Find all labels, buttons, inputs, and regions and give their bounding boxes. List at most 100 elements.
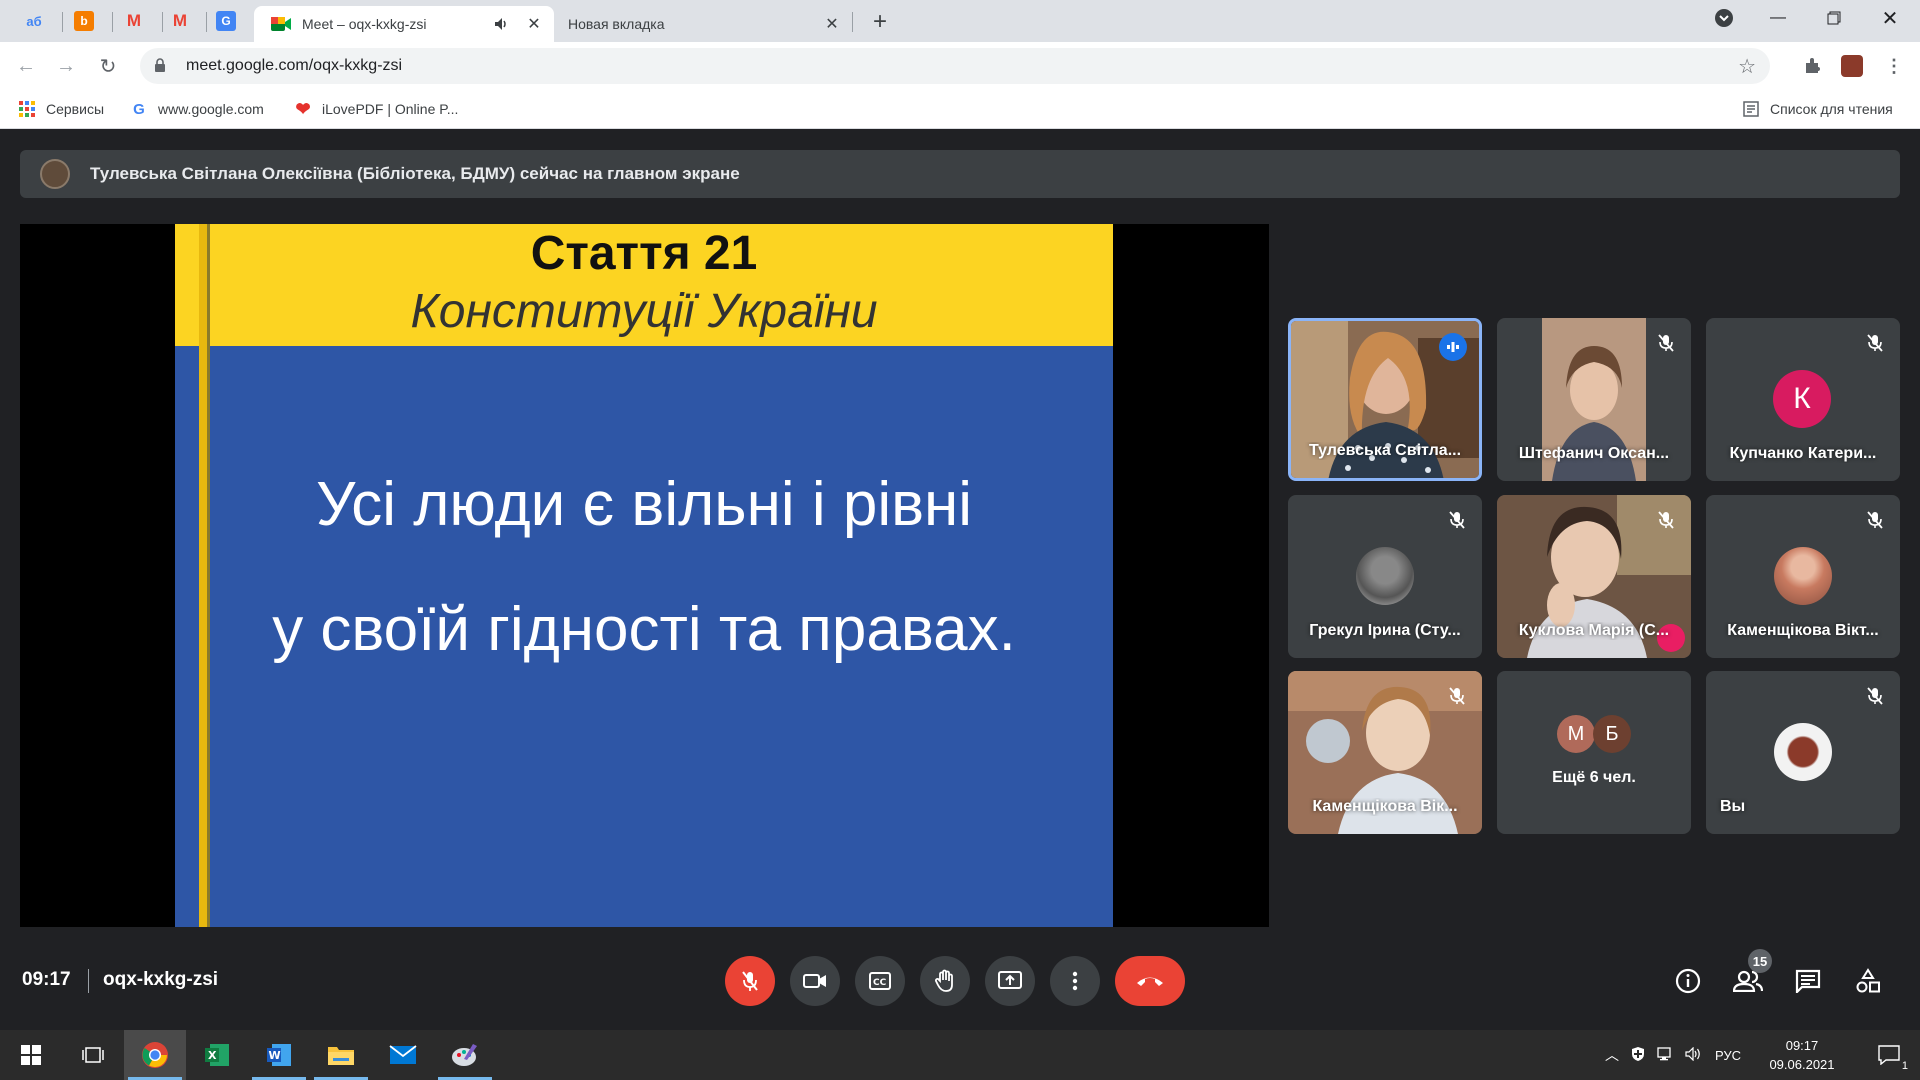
tab-search-button[interactable] bbox=[1696, 0, 1752, 36]
bookmark-apps[interactable]: Сервисы bbox=[18, 97, 104, 121]
participant-avatar: М bbox=[1557, 715, 1595, 753]
close-tab-icon[interactable]: ✕ bbox=[524, 14, 544, 34]
minimize-icon: — bbox=[1770, 9, 1786, 26]
new-tab-button[interactable]: + bbox=[866, 8, 894, 36]
lock-icon bbox=[154, 57, 174, 75]
chevron-up-icon[interactable]: ︿ bbox=[1600, 1045, 1624, 1065]
reload-button[interactable]: ↻ bbox=[92, 50, 124, 82]
notifications-icon bbox=[1878, 1045, 1900, 1065]
slide-body-line-2: у своїй гідності та правах. bbox=[272, 595, 1016, 664]
svg-text:CC: CC bbox=[873, 978, 887, 988]
google-translate-icon: G bbox=[216, 11, 236, 31]
activities-button[interactable] bbox=[1848, 961, 1888, 1001]
bookmark-google[interactable]: G www.google.com bbox=[130, 97, 264, 121]
profile-avatar[interactable] bbox=[1838, 52, 1866, 80]
slide-subtitle: Конституції України bbox=[410, 285, 878, 338]
extensions-icon[interactable] bbox=[1798, 52, 1826, 80]
apps-grid-icon bbox=[18, 100, 36, 118]
presentation-slide: Стаття 21 Конституції України Усі люди є… bbox=[175, 224, 1113, 927]
taskbar-mail[interactable] bbox=[372, 1030, 434, 1080]
camera-toggle-button[interactable] bbox=[790, 956, 840, 1006]
tab-separator bbox=[112, 12, 113, 32]
taskbar-clock[interactable]: 09:17 09.06.2021 bbox=[1757, 1036, 1847, 1074]
tab-title: Meet – oqx-kxkg-zsi bbox=[302, 16, 427, 32]
meeting-code: oqx-kxkg-zsi bbox=[103, 969, 219, 990]
participant-tile[interactable]: Тулевська Світла... bbox=[1288, 318, 1482, 481]
participant-tile[interactable]: Штефанич Оксан... bbox=[1497, 318, 1691, 481]
browser-tab-strip: aб b M M G Meet – oqx-kxkg-zsi ✕ Новая в… bbox=[0, 0, 1920, 42]
participant-avatar: Б bbox=[1593, 715, 1631, 753]
chrome-menu-icon[interactable]: ⋮ bbox=[1880, 52, 1908, 80]
defender-icon[interactable] bbox=[1624, 1046, 1652, 1065]
taskbar-explorer[interactable] bbox=[310, 1030, 372, 1080]
system-tray: ︿ РУС bbox=[1600, 1030, 1748, 1080]
camera-icon bbox=[803, 974, 826, 988]
participant-tile[interactable]: Грекул Ірина (Сту... bbox=[1288, 495, 1482, 658]
participant-tile[interactable]: Каменщікова Вік... bbox=[1288, 671, 1482, 834]
participant-grid: Тулевська Світла... Штефанич Оксан... К … bbox=[1288, 318, 1900, 834]
start-button[interactable] bbox=[0, 1030, 62, 1080]
captions-icon: CC bbox=[869, 972, 891, 990]
taskbar-word[interactable]: W bbox=[248, 1030, 310, 1080]
task-view-button[interactable] bbox=[62, 1030, 124, 1080]
participant-name: Каменщікова Вік... bbox=[1312, 798, 1458, 815]
captions-button[interactable]: CC bbox=[855, 956, 905, 1006]
speaking-indicator-icon bbox=[1439, 333, 1467, 361]
chat-button[interactable] bbox=[1788, 961, 1828, 1001]
self-tile[interactable]: Вы bbox=[1706, 671, 1900, 834]
more-participants-label: Ещё 6 чел. bbox=[1552, 769, 1636, 786]
more-options-button[interactable] bbox=[1050, 956, 1100, 1006]
minimize-button[interactable]: — bbox=[1750, 0, 1806, 36]
chrome-icon bbox=[142, 1042, 168, 1068]
language-indicator[interactable]: РУС bbox=[1708, 1048, 1748, 1063]
back-button[interactable]: ← bbox=[10, 50, 42, 82]
participant-tile[interactable]: К Купчанко Катери... bbox=[1706, 318, 1900, 481]
pinned-tab-blogger[interactable]: b bbox=[64, 6, 104, 36]
address-bar[interactable]: meet.google.com/oqx-kxkg-zsi ☆ bbox=[140, 48, 1770, 84]
pinned-tab-gmail[interactable]: M bbox=[114, 6, 154, 36]
pinned-tab-translate[interactable]: aб bbox=[14, 6, 54, 36]
reading-list-button[interactable]: Список для чтения bbox=[1742, 97, 1893, 121]
bookmark-star-icon[interactable]: ☆ bbox=[1738, 54, 1756, 79]
tab-separator bbox=[62, 12, 63, 32]
heart-icon: ❤ bbox=[295, 98, 311, 119]
participant-tile[interactable]: Каменщікова Вікт... bbox=[1706, 495, 1900, 658]
close-tab-icon[interactable]: ✕ bbox=[822, 14, 842, 34]
pinned-tab-translate-2[interactable]: G bbox=[206, 6, 246, 36]
participant-count-badge: 15 bbox=[1748, 949, 1772, 973]
arrow-right-icon: → bbox=[56, 54, 76, 77]
call-end-icon bbox=[1137, 977, 1163, 986]
taskbar-chrome[interactable] bbox=[124, 1030, 186, 1080]
action-center-button[interactable]: 1 bbox=[1858, 1030, 1920, 1080]
present-icon bbox=[998, 971, 1022, 989]
raise-hand-button[interactable] bbox=[920, 956, 970, 1006]
restore-button[interactable] bbox=[1806, 0, 1862, 36]
taskbar-paint[interactable] bbox=[434, 1030, 496, 1080]
taskbar-date: 09.06.2021 bbox=[1769, 1057, 1835, 1072]
meeting-details-button[interactable] bbox=[1668, 961, 1708, 1001]
bookmarks-bar: Сервисы G www.google.com ❤ iLovePDF | On… bbox=[0, 89, 1920, 129]
self-name: Вы bbox=[1720, 798, 1746, 815]
bookmark-ilovepdf[interactable]: ❤ iLovePDF | Online P... bbox=[294, 97, 458, 121]
reading-list-icon bbox=[1742, 100, 1760, 118]
tab-new[interactable]: Новая вкладка ✕ bbox=[556, 6, 852, 42]
participants-button[interactable]: 15 bbox=[1728, 949, 1772, 1001]
present-screen-button[interactable] bbox=[985, 956, 1035, 1006]
mic-toggle-button[interactable] bbox=[725, 956, 775, 1006]
more-participants-tile[interactable]: М Б Ещё 6 чел. bbox=[1497, 671, 1691, 834]
close-window-button[interactable]: ✕ bbox=[1862, 0, 1918, 36]
activities-icon bbox=[1856, 968, 1880, 993]
meet-page: Тулевська Світлана Олексіївна (Бібліотек… bbox=[0, 129, 1920, 1030]
forward-button[interactable]: → bbox=[50, 50, 82, 82]
mic-off-icon bbox=[1864, 509, 1886, 531]
volume-icon[interactable] bbox=[1680, 1046, 1708, 1064]
taskbar-excel[interactable]: X bbox=[186, 1030, 248, 1080]
reload-icon: ↻ bbox=[99, 55, 117, 78]
pinned-tab-gmail-2[interactable]: M bbox=[160, 6, 200, 36]
tab-meet[interactable]: Meet – oqx-kxkg-zsi ✕ bbox=[254, 6, 554, 42]
network-icon[interactable] bbox=[1652, 1046, 1680, 1064]
leave-call-button[interactable] bbox=[1115, 956, 1185, 1006]
hand-icon bbox=[935, 969, 953, 992]
notification-count: 1 bbox=[1899, 1060, 1910, 1072]
participant-tile[interactable]: Куклова Марія (С... bbox=[1497, 495, 1691, 658]
